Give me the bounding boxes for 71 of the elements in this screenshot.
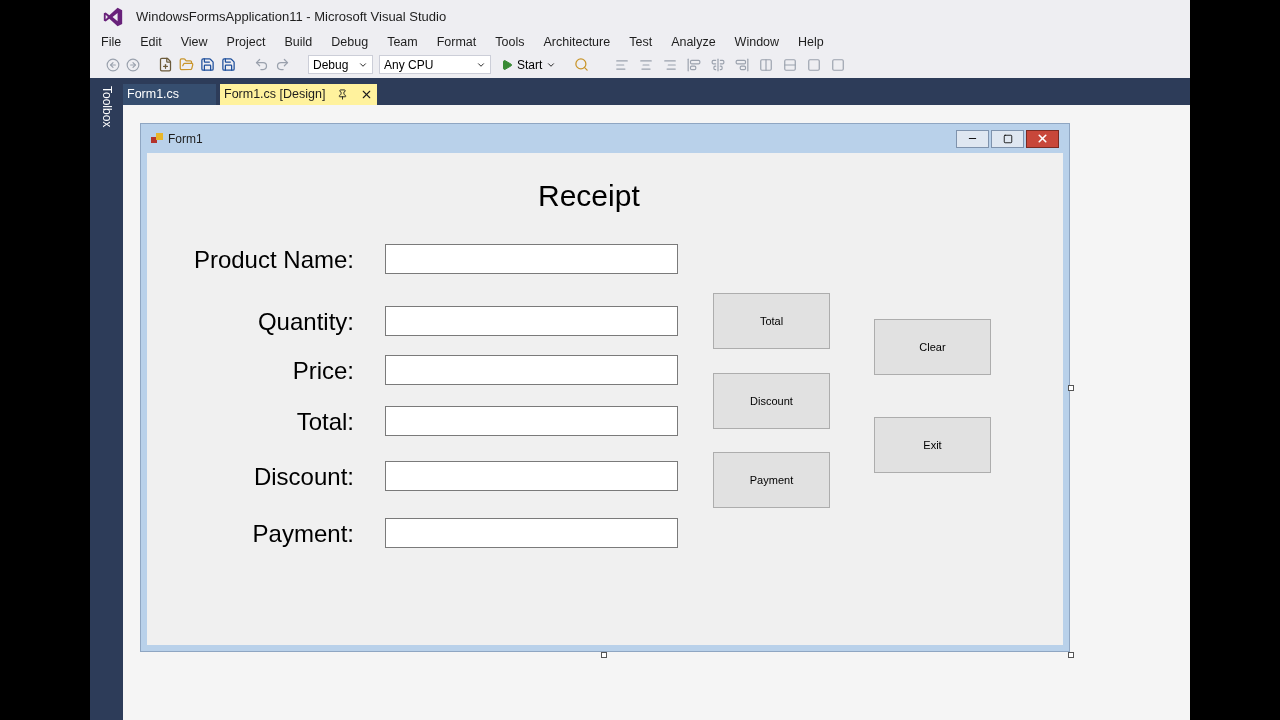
layout-tool-icon[interactable] bbox=[711, 57, 726, 72]
close-button[interactable] bbox=[1026, 129, 1059, 148]
maximize-button[interactable] bbox=[991, 129, 1024, 148]
resize-handle[interactable] bbox=[1068, 652, 1074, 658]
menu-item[interactable]: Help bbox=[798, 32, 824, 52]
forward-icon[interactable] bbox=[126, 57, 140, 72]
menu-item[interactable]: View bbox=[180, 32, 208, 52]
platform-dropdown[interactable]: Any CPU bbox=[379, 55, 491, 74]
menu-item[interactable]: Build bbox=[284, 32, 313, 52]
undo-icon[interactable] bbox=[254, 57, 269, 72]
menu-item[interactable]: Analyze bbox=[671, 32, 716, 52]
heading: Receipt bbox=[538, 178, 640, 214]
text-field[interactable] bbox=[385, 306, 678, 336]
logo-icon bbox=[102, 5, 124, 28]
form-button[interactable]: Exit bbox=[874, 417, 991, 473]
menu-item[interactable]: Format bbox=[436, 32, 477, 52]
field-label: Quantity: bbox=[257, 307, 354, 337]
resize-handle[interactable] bbox=[1068, 385, 1074, 391]
layout-tool-icon[interactable] bbox=[639, 57, 654, 72]
layout-tool-icon[interactable] bbox=[807, 57, 822, 72]
configuration-dropdown[interactable]: Debug bbox=[308, 55, 373, 74]
redo-icon[interactable] bbox=[275, 57, 290, 72]
document-tab[interactable]: Form1.cs [Design] bbox=[220, 84, 378, 105]
save-all-icon[interactable] bbox=[221, 57, 236, 72]
resize-handle[interactable] bbox=[601, 652, 607, 658]
text-field[interactable] bbox=[385, 406, 678, 436]
toolbox-tab[interactable]: Toolbox bbox=[99, 86, 114, 128]
menu-item[interactable]: Test bbox=[629, 32, 653, 52]
form-button[interactable]: Payment bbox=[713, 452, 830, 508]
minimize-button[interactable] bbox=[956, 129, 989, 148]
form-button[interactable]: Discount bbox=[713, 373, 830, 429]
new-file-icon[interactable] bbox=[158, 57, 173, 72]
layout-tool-icon[interactable] bbox=[735, 57, 750, 72]
folder-icon[interactable] bbox=[179, 57, 194, 72]
layout-tool-icon[interactable] bbox=[663, 57, 678, 72]
field-label: Price: bbox=[292, 356, 354, 386]
field-label: Total: bbox=[296, 407, 354, 437]
form-button[interactable]: Total bbox=[713, 293, 830, 349]
menu-item[interactable]: Tools bbox=[495, 32, 525, 52]
field-label: Payment: bbox=[252, 519, 354, 549]
text-field[interactable] bbox=[385, 461, 678, 491]
field-label: Product Name: bbox=[193, 245, 354, 275]
layout-tool-icon[interactable] bbox=[687, 57, 702, 72]
search-icon[interactable] bbox=[574, 57, 590, 72]
start-button[interactable]: Start bbox=[497, 55, 561, 74]
window-title: WindowsFormsApplication11 - Microsoft Visual Studio bbox=[136, 7, 447, 26]
save-icon[interactable] bbox=[200, 57, 215, 72]
layout-tool-icon[interactable] bbox=[831, 57, 846, 72]
menu-item[interactable]: Debug bbox=[331, 32, 369, 52]
layout-tool-icon[interactable] bbox=[783, 57, 798, 72]
menu-item[interactable]: Project bbox=[226, 32, 266, 52]
menu-item[interactable]: Architecture bbox=[543, 32, 611, 52]
back-icon[interactable] bbox=[106, 57, 120, 72]
close-icon bbox=[1036, 132, 1049, 145]
layout-tool-icon[interactable] bbox=[759, 57, 774, 72]
form-title: Form1 bbox=[168, 130, 203, 148]
menu-item[interactable]: File bbox=[101, 32, 122, 52]
form-button[interactable]: Clear bbox=[874, 319, 991, 375]
maximize-icon bbox=[1002, 133, 1013, 144]
layout-tool-icon[interactable] bbox=[615, 57, 630, 72]
text-field[interactable] bbox=[385, 244, 678, 274]
document-tab[interactable]: Form1.cs bbox=[123, 84, 216, 105]
pin-icon[interactable] bbox=[337, 89, 349, 100]
menu-item[interactable]: Window bbox=[734, 32, 780, 52]
menu-item[interactable]: Team bbox=[387, 32, 418, 52]
field-label: Discount: bbox=[253, 462, 354, 492]
form-icon bbox=[151, 132, 164, 145]
menu-item[interactable]: Edit bbox=[140, 32, 162, 52]
text-field[interactable] bbox=[385, 355, 678, 385]
text-field[interactable] bbox=[385, 518, 678, 548]
play-icon bbox=[501, 58, 513, 71]
